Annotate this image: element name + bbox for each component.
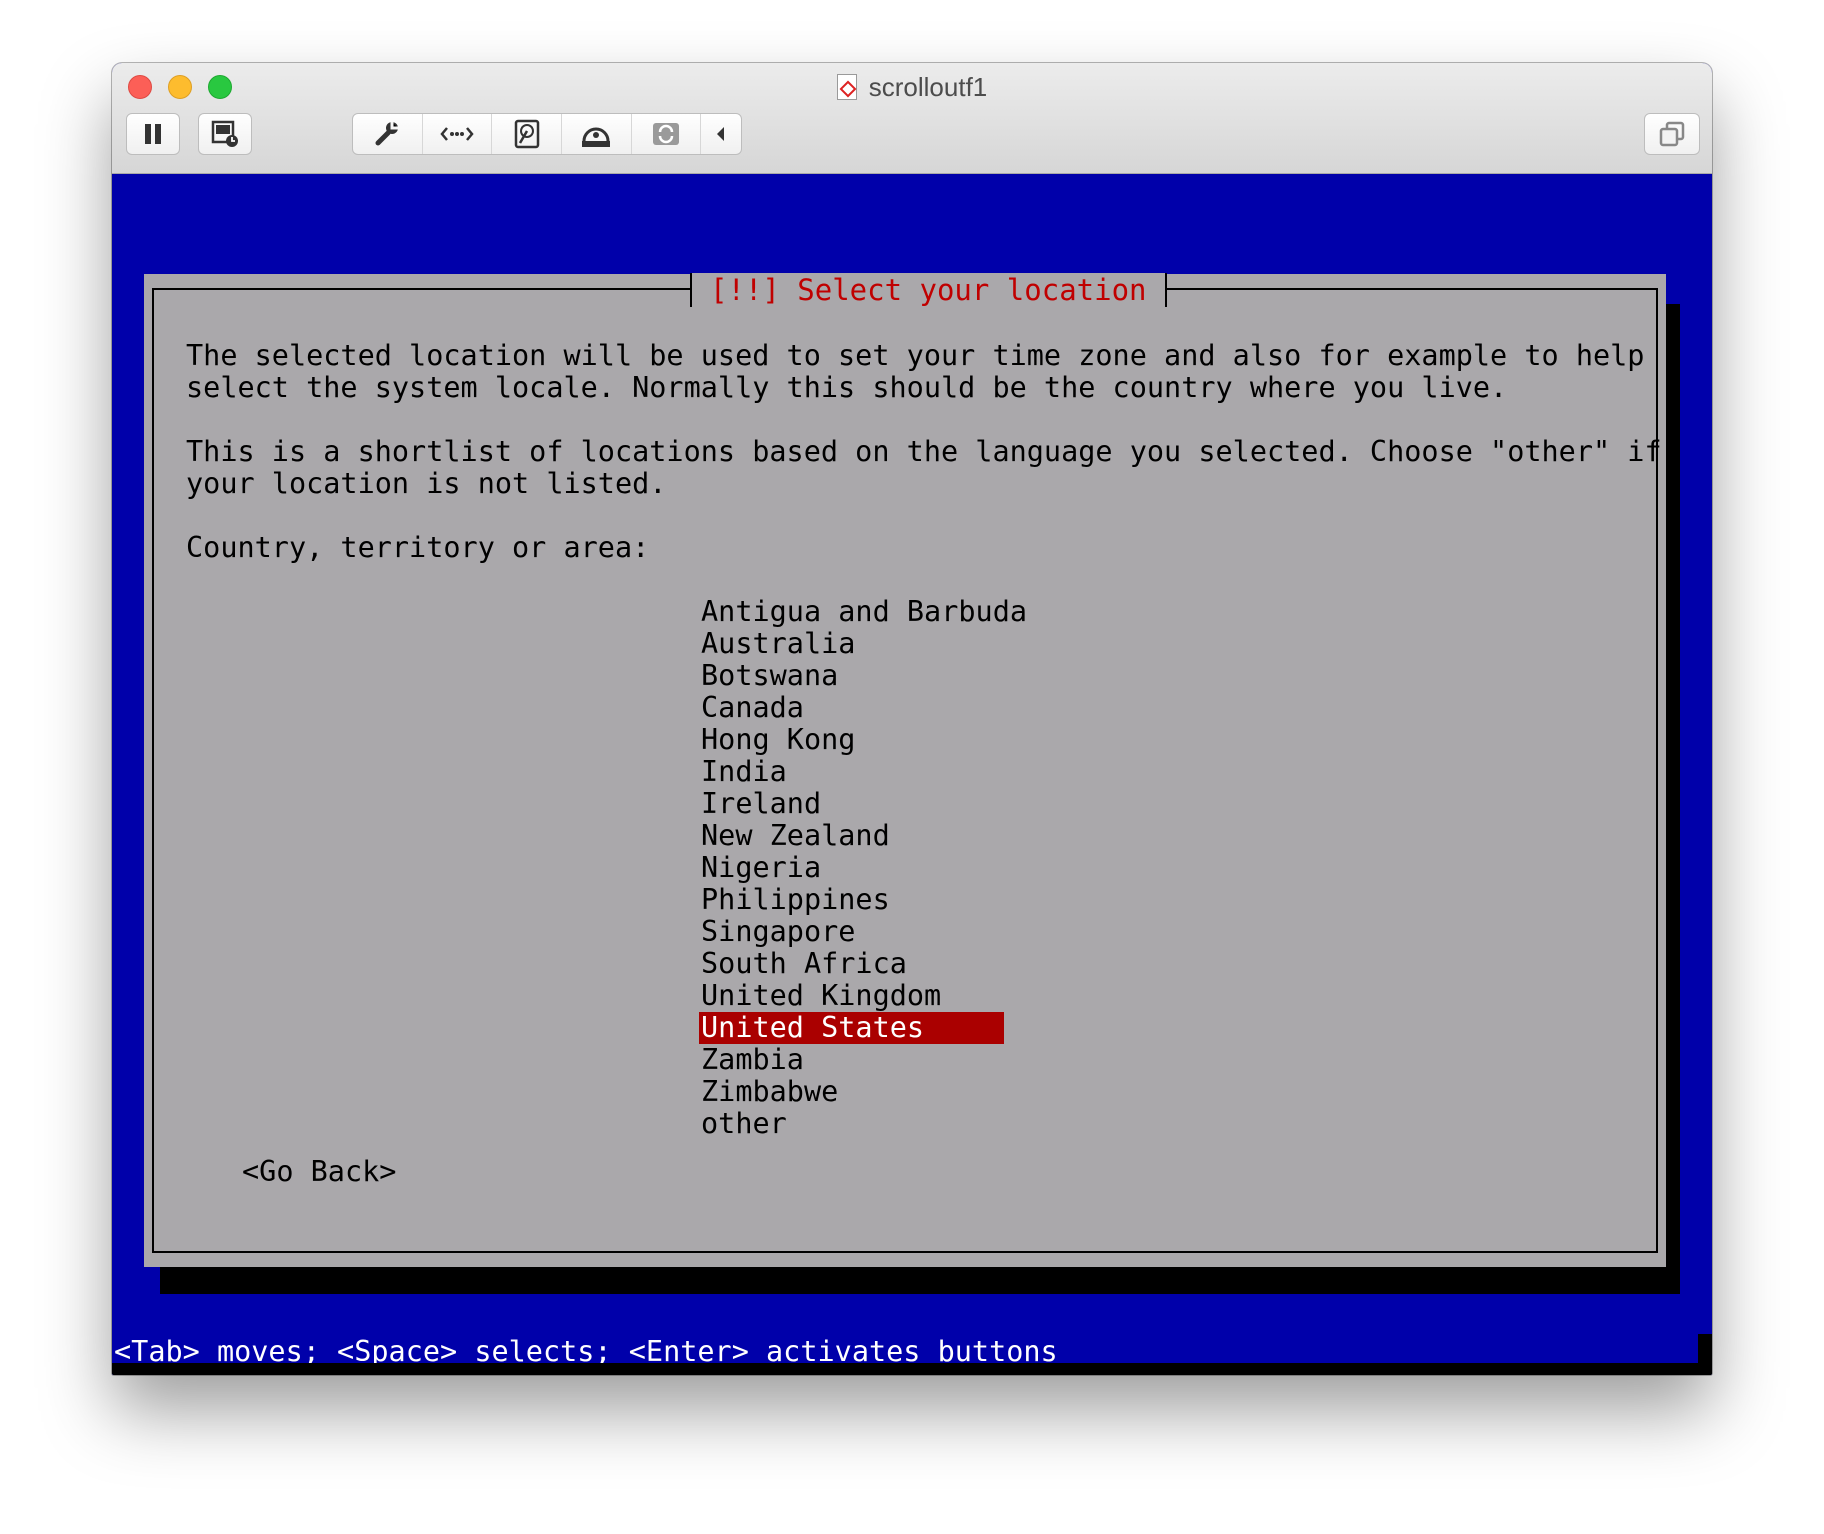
description-line-2: select the system locale. Normally this … <box>186 371 1508 404</box>
collapse-toolbar-button[interactable] <box>701 114 741 154</box>
location-option[interactable]: other <box>699 1108 1004 1140</box>
location-dialog: [!!] Select your location The selected l… <box>144 273 1666 1267</box>
location-option[interactable]: India <box>699 756 1004 788</box>
location-option[interactable]: United Kingdom <box>699 980 1004 1012</box>
pause-icon <box>142 122 164 146</box>
hard-disk-button[interactable] <box>492 114 562 154</box>
location-prompt: Country, territory or area: <box>186 531 650 564</box>
location-option[interactable]: Zambia <box>699 1044 1004 1076</box>
location-option[interactable]: Nigeria <box>699 852 1004 884</box>
pause-button[interactable] <box>126 113 180 155</box>
location-option[interactable]: Singapore <box>699 916 1004 948</box>
snapshot-icon <box>210 119 240 149</box>
network-button[interactable] <box>423 114 493 154</box>
shared-folders-button[interactable] <box>632 114 702 154</box>
description-line-1: The selected location will be used to se… <box>186 339 1645 372</box>
description-line-3: This is a shortlist of locations based o… <box>186 435 1662 468</box>
screen-bottom-edge <box>112 1363 1712 1375</box>
location-option[interactable]: Botswana <box>699 660 1004 692</box>
network-icon <box>440 124 474 144</box>
location-list[interactable]: Antigua and Barbuda Australia Botswana Cana… <box>699 596 1027 1140</box>
restore-window-button[interactable] <box>1644 113 1700 155</box>
location-option[interactable]: New Zealand <box>699 820 1004 852</box>
go-back-button[interactable]: <Go Back> <box>242 1156 396 1188</box>
location-option[interactable]: Antigua and Barbuda <box>699 596 1027 628</box>
vm-window: scrolloutf1 [!!] Select your location Th… <box>112 63 1712 1375</box>
hard-disk-icon <box>514 119 540 149</box>
device-toolbar <box>352 113 742 155</box>
dialog-title: [!!] Select your location <box>690 273 1167 307</box>
restore-window-icon <box>1658 120 1686 148</box>
title-bar: scrolloutf1 <box>112 63 1712 174</box>
location-option[interactable]: Australia <box>699 628 1004 660</box>
window-title-text: scrolloutf1 <box>868 71 988 102</box>
location-option[interactable]: Hong Kong <box>699 724 1004 756</box>
optical-drive-icon <box>580 119 612 149</box>
location-option[interactable]: Zimbabwe <box>699 1076 1004 1108</box>
window-title: scrolloutf1 <box>112 72 1712 102</box>
shared-folders-icon <box>650 119 682 149</box>
settings-wrench-icon <box>372 119 402 149</box>
location-option[interactable]: Ireland <box>699 788 1004 820</box>
collapse-arrow-icon <box>714 124 728 144</box>
dialog-frame: [!!] Select your location The selected l… <box>152 273 1662 1253</box>
vm-document-icon <box>836 74 857 100</box>
vm-console-screen[interactable]: [!!] Select your location The selected l… <box>112 174 1712 1375</box>
location-option[interactable]: South Africa <box>699 948 1004 980</box>
optical-drive-button[interactable] <box>562 114 632 154</box>
location-option[interactable]: Philippines <box>699 884 1004 916</box>
location-option-selected[interactable]: United States <box>699 1012 1004 1044</box>
location-option[interactable]: Canada <box>699 692 1004 724</box>
description-line-4: your location is not listed. <box>186 467 667 500</box>
settings-button[interactable] <box>353 114 423 154</box>
snapshot-button[interactable] <box>198 113 252 155</box>
